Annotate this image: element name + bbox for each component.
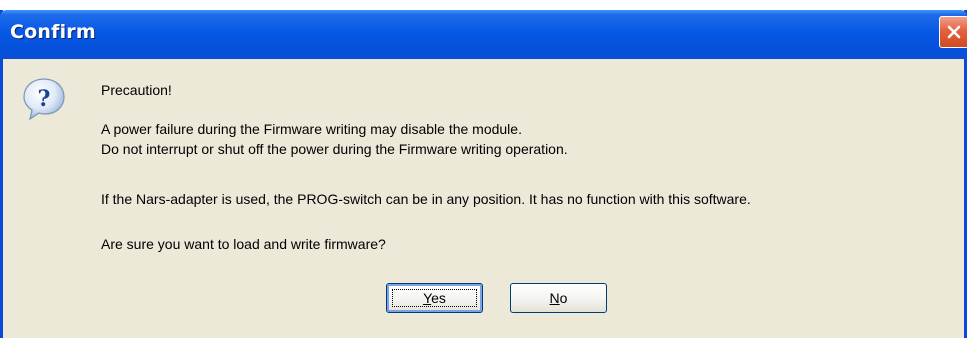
message-line: If the Nars-adapter is used, the PROG-sw…	[101, 191, 751, 207]
message-line: Do not interrupt or shut off the power d…	[101, 141, 568, 157]
title-bar[interactable]: Confirm	[0, 10, 967, 59]
window-title: Confirm	[10, 21, 96, 43]
svg-text:?: ?	[38, 86, 51, 112]
close-icon	[947, 25, 961, 39]
message-line: A power failure during the Firmware writ…	[101, 121, 522, 137]
message-heading: Precaution!	[101, 82, 172, 98]
confirm-dialog: Confirm ? Precaution! A power failure du…	[0, 10, 967, 338]
yes-button[interactable]: Yes	[386, 283, 483, 313]
no-button-label: No	[549, 290, 568, 306]
close-button[interactable]	[939, 16, 967, 48]
question-icon: ?	[23, 78, 65, 121]
no-button[interactable]: No	[510, 283, 607, 313]
message-question: Are sure you want to load and write firm…	[101, 236, 386, 252]
yes-button-label: Yes	[423, 290, 446, 306]
